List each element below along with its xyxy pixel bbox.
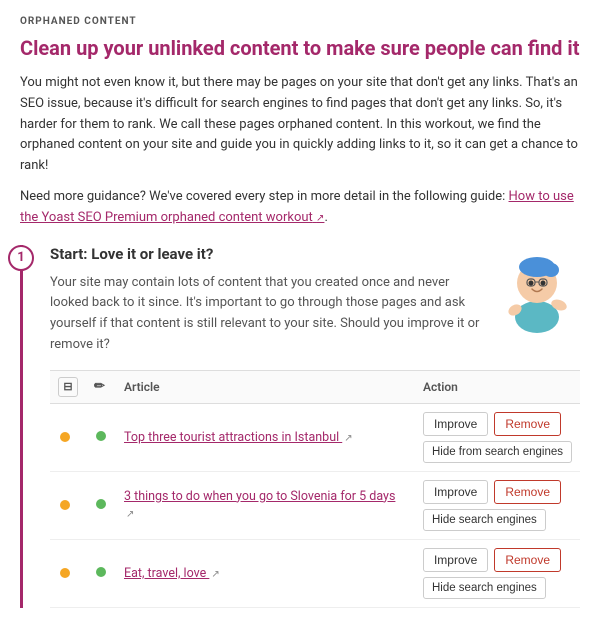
hide-search-button-1[interactable]: Hide search engines: [423, 509, 546, 531]
dot-orange-1: [60, 500, 70, 510]
dot-orange-0: [60, 432, 70, 442]
article-link-0[interactable]: Top three tourist attractions in Istanbu…: [124, 430, 353, 445]
section-label: ORPHANED CONTENT: [20, 16, 580, 27]
dot-orange-2: [60, 568, 70, 578]
intro-paragraph: You might not even know it, but there ma…: [20, 73, 580, 177]
article-link-1[interactable]: 3 things to do when you go to Slovenia f…: [124, 489, 395, 522]
col-header-article: Article: [116, 370, 415, 403]
col-header-icons: ⊟: [50, 370, 86, 403]
action-cell-1: Improve Remove Hide search engines: [415, 471, 580, 539]
remove-button-2[interactable]: Remove: [494, 548, 561, 572]
dot-green-1: [96, 499, 106, 509]
character-illustration: [495, 245, 580, 335]
guidance-prefix: Need more guidance? We've covered every …: [20, 189, 509, 204]
external-link-icon-0: ↗: [344, 432, 352, 446]
dot-green-0: [96, 431, 106, 441]
table-row: Eat, travel, love ↗ Improve Remove Hide …: [50, 539, 580, 607]
pencil-icon: ✏: [94, 379, 105, 394]
dots-cell-0: [50, 403, 86, 471]
dot-green-cell-0: [86, 403, 116, 471]
article-cell-2: Eat, travel, love ↗: [116, 539, 415, 607]
page-title: Clean up your unlinked content to make s…: [20, 35, 580, 61]
article-cell-1: 3 things to do when you go to Slovenia f…: [116, 471, 415, 539]
step-container: 1 Start: Love it or leave it?: [20, 245, 580, 608]
action-cell-2: Improve Remove Hide search engines: [415, 539, 580, 607]
guidance-paragraph: Need more guidance? We've covered every …: [20, 187, 580, 229]
remove-button-0[interactable]: Remove: [494, 412, 561, 436]
dot-green-cell-1: [86, 471, 116, 539]
dots-cell-1: [50, 471, 86, 539]
dot-green-cell-2: [86, 539, 116, 607]
step-number-badge: 1: [8, 245, 34, 271]
step-inner: Start: Love it or leave it?: [50, 245, 580, 608]
dot-green-2: [96, 567, 106, 577]
article-cell-0: Top three tourist attractions in Istanbu…: [116, 403, 415, 471]
step-content: Start: Love it or leave it?: [46, 245, 580, 608]
hide-search-button-0[interactable]: Hide from search engines: [423, 441, 572, 463]
improve-button-1[interactable]: Improve: [423, 480, 488, 504]
dots-cell-2: [50, 539, 86, 607]
table-icon-badge: ⊟: [58, 377, 78, 397]
external-link-icon-2: ↗: [211, 568, 219, 582]
articles-table: ⊟ ✏ Article Action Top t: [50, 370, 580, 608]
col-header-edit: ✏: [86, 370, 116, 403]
table-row: Top three tourist attractions in Istanbu…: [50, 403, 580, 471]
improve-button-0[interactable]: Improve: [423, 412, 488, 436]
improve-button-2[interactable]: Improve: [423, 548, 488, 572]
hide-search-button-2[interactable]: Hide search engines: [423, 577, 546, 599]
remove-button-1[interactable]: Remove: [494, 480, 561, 504]
external-link-icon-1: ↗: [126, 508, 134, 522]
action-cell-0: Improve Remove Hide from search engines: [415, 403, 580, 471]
col-header-action: Action: [415, 370, 580, 403]
table-row: 3 things to do when you go to Slovenia f…: [50, 471, 580, 539]
